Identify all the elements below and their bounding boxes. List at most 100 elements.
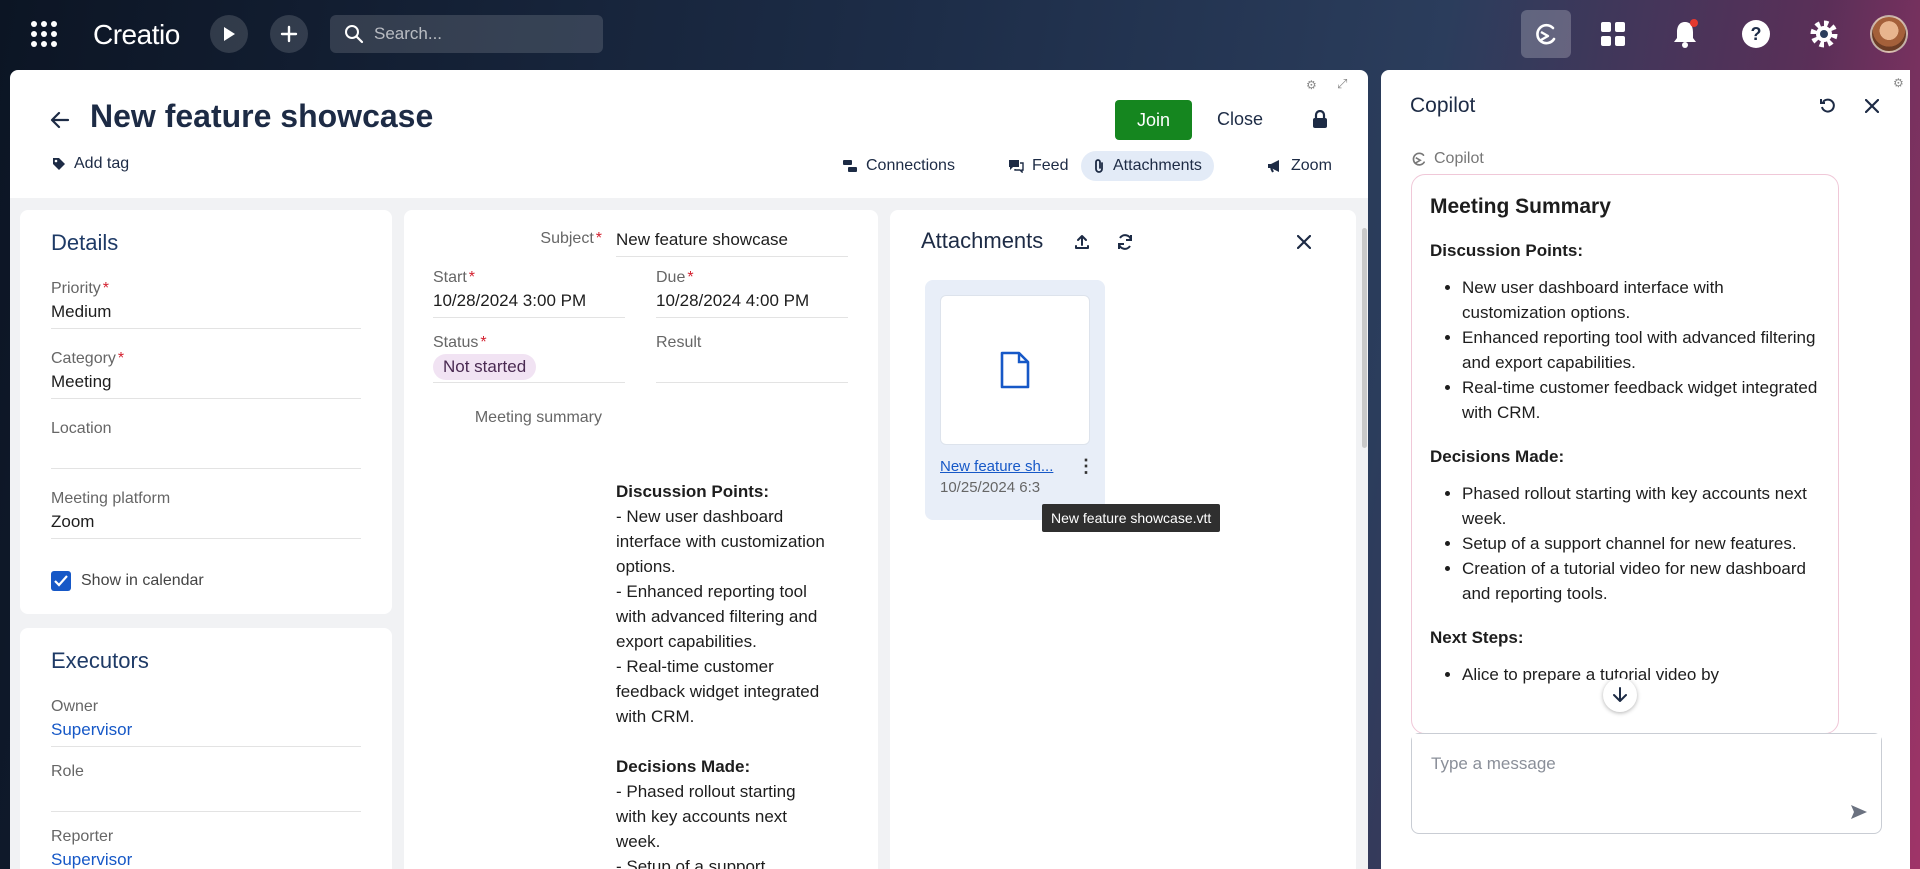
category-label: Category * [51,350,125,367]
list-item: Alice to prepare a tutorial video by [1462,662,1820,687]
owner-label: Owner [51,698,99,715]
settings-gear-icon[interactable] [1807,17,1841,51]
lock-icon[interactable] [1309,108,1331,130]
reporter-link[interactable]: Supervisor [51,850,132,869]
decisions-heading: Decisions Made: [1430,447,1565,466]
arrow-down-icon [1613,687,1627,702]
join-button[interactable]: Join [1115,100,1192,140]
search-icon [345,25,364,44]
owner-link[interactable]: Supervisor [51,720,132,740]
status-label: Status * [433,334,487,351]
attachment-tooltip: New feature showcase.vtt [1042,504,1221,532]
priority-label: Priority * [51,280,110,297]
next-steps-heading: Next Steps: [1430,628,1524,647]
list-item: Creation of a tutorial video for new das… [1462,556,1820,606]
copilot-settings-icon[interactable]: ⚙ [1893,76,1904,90]
reporter-label: Reporter [51,828,114,845]
summary-line: - New user dashboard interface with cust… [616,507,825,576]
expand-icon[interactable]: ⤢ [1337,76,1347,92]
upload-icon[interactable] [1070,230,1094,254]
tab-zoom[interactable]: Zoom [1255,151,1344,181]
back-arrow-icon[interactable] [48,108,72,132]
reset-chat-icon[interactable] [1816,94,1840,118]
role-label: Role [51,763,84,780]
location-field[interactable] [51,442,361,466]
attachment-menu-icon[interactable]: ⋮ [1077,456,1095,477]
copilot-source-label: Copilot [1434,150,1484,167]
tab-connections[interactable]: Connections [830,151,967,181]
close-button[interactable]: Close [1217,109,1263,130]
tab-attachments-label: Attachments [1113,157,1202,174]
scrollbar[interactable] [1362,228,1367,448]
notifications-bell-icon[interactable] [1668,17,1702,51]
discussion-heading: Discussion Points: [1430,241,1584,260]
due-label: Due * [656,269,694,286]
tab-attachments[interactable]: Attachments [1081,151,1214,181]
list-item: Enhanced reporting tool with advanced fi… [1462,325,1820,375]
meeting-summary-label: Meeting summary [474,409,602,426]
apps-icon[interactable] [1597,18,1629,50]
copilot-small-icon [1412,152,1425,166]
meeting-platform-field[interactable]: Zoom [51,512,94,532]
priority-field[interactable]: Medium [51,302,111,322]
record-page: ⚙ ⤢ New feature showcase Add tag Join Cl… [10,70,1368,869]
file-preview[interactable] [940,295,1090,445]
subject-field[interactable]: New feature showcase [616,230,788,250]
show-in-calendar-checkbox[interactable] [51,571,71,591]
top-bar: Creatio ? [0,0,1920,68]
refresh-icon[interactable] [1113,230,1137,254]
list-item: New user dashboard interface with custom… [1462,275,1820,325]
svg-text:?: ? [1751,24,1762,44]
show-in-calendar-label: Show in calendar [81,572,204,589]
create-button[interactable] [270,15,308,53]
global-search[interactable] [330,15,603,53]
location-label: Location [51,420,112,437]
help-icon[interactable]: ? [1739,17,1773,51]
status-badge[interactable]: Not started [433,354,537,380]
details-card: Details Priority * Medium Category * Meeti… [20,210,392,614]
summary-line: - Phased rollout starting with key accou… [616,782,796,851]
brand-logo[interactable]: Creatio [93,19,180,51]
add-tag-label: Add tag [74,155,130,172]
start-label: Start * [433,269,476,286]
scroll-down-button[interactable] [1603,678,1637,712]
attachment-tile[interactable]: New feature sh... ⋮ 10/25/2024 6:3 [925,280,1105,520]
summary-heading-discussion: Discussion Points: [616,482,770,501]
user-avatar[interactable] [1870,15,1908,53]
copilot-summary-bubble: Meeting Summary Discussion Points: New u… [1411,174,1839,734]
tab-zoom-label: Zoom [1291,157,1332,174]
attachment-name-link[interactable]: New feature sh... [940,458,1053,475]
executors-card: Executors Owner Supervisor Role Reporter… [20,628,392,869]
close-attachments-icon[interactable] [1292,230,1316,254]
message-input-box[interactable] [1411,733,1882,834]
send-icon[interactable] [1848,801,1870,823]
list-item: Setup of a support channel for new featu… [1462,531,1820,556]
copilot-panel: Copilot ⚙ Copilot Meeting Summary Discus… [1381,70,1910,869]
attachment-date: 10/25/2024 6:3 [940,479,1041,496]
attachments-card: Attachments New feature sh... ⋮ 10/25/20… [890,210,1356,869]
category-field[interactable]: Meeting [51,372,111,392]
app-grid-icon[interactable] [28,18,60,50]
pin-settings-icon[interactable]: ⚙ [1306,78,1317,92]
start-field[interactable]: 10/28/2024 3:00 PM [433,291,586,311]
tab-feed[interactable]: Feed [996,151,1080,181]
summary-line: - Setup of a support channel for new fea… [616,857,766,869]
message-input[interactable] [1412,734,1881,794]
add-tag-button[interactable]: Add tag [52,155,129,173]
meeting-summary-field[interactable]: Discussion Points: - New user dashboard … [616,479,826,869]
close-copilot-icon[interactable] [1860,94,1884,118]
result-label: Result [656,334,702,351]
paperclip-icon [1095,159,1103,173]
due-field[interactable]: 10/28/2024 4:00 PM [656,291,809,311]
run-process-button[interactable] [210,15,248,53]
tab-feed-label: Feed [1032,157,1069,174]
summary-title: Meeting Summary [1430,195,1611,218]
search-input[interactable] [374,24,574,44]
copilot-message-header: Copilot [1410,150,1484,168]
details-title: Details [51,230,119,255]
attachments-title: Attachments [921,228,1044,253]
list-item: Real-time customer feedback widget integ… [1462,375,1820,425]
tab-connections-label: Connections [866,157,955,174]
list-item: Phased rollout starting with key account… [1462,481,1820,531]
copilot-toggle-button[interactable] [1521,10,1571,58]
